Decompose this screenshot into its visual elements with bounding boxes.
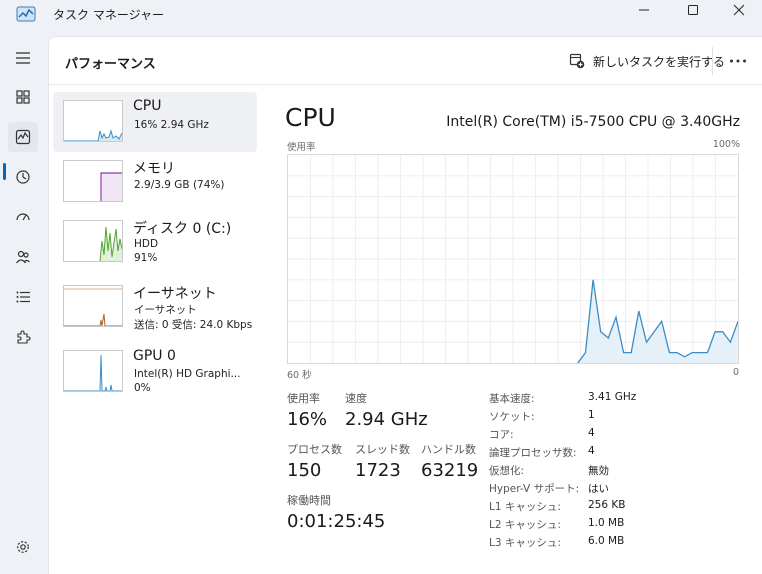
spec-label: コア: (489, 429, 514, 441)
details-list-icon (16, 291, 30, 303)
more-options-button[interactable] (726, 51, 750, 71)
spec-value: 256 KB (588, 499, 626, 511)
spec-value: 1 (588, 409, 595, 421)
perf-item-cpu[interactable]: CPU 16% 2.94 GHz (53, 92, 257, 152)
graph-time-left-label: 60 秒 (287, 370, 312, 381)
process-count-value: 150 (287, 460, 322, 481)
handle-count-label: ハンドル数 (421, 443, 476, 456)
header-divider (712, 47, 713, 75)
spec-value: 4 (588, 445, 595, 457)
cpu-model-name: Intel(R) Core(TM) i5-7500 CPU @ 3.40GHz (446, 114, 740, 130)
spec-label: L1 キャッシュ: (489, 501, 561, 513)
processes-icon (16, 90, 30, 104)
graph-usage-label: 使用率 (287, 142, 316, 153)
active-nav-indicator (3, 163, 6, 180)
cpu-thumbnail-graph (63, 100, 123, 142)
perf-item-detail: イーサネット (134, 304, 197, 316)
spec-label: 論理プロセッサ数: (489, 447, 577, 459)
perf-item-title: メモリ (133, 161, 175, 177)
cpu-heading: CPU (285, 103, 336, 132)
title-bar: タスク マネージャー (0, 0, 762, 34)
spec-value: 無効 (588, 465, 609, 477)
left-nav (0, 34, 46, 574)
perf-item-title: GPU 0 (133, 348, 176, 364)
usage-value: 16% (287, 409, 328, 430)
history-icon (16, 170, 30, 184)
nav-app-history-button[interactable] (8, 162, 38, 192)
performance-icon (15, 129, 31, 145)
disk-thumbnail-graph (63, 220, 123, 262)
nav-processes-button[interactable] (8, 82, 38, 112)
graph-max-label: 100% (712, 139, 740, 150)
cpu-usage-graph (287, 154, 739, 364)
run-new-task-button[interactable]: 新しいタスクを実行する (565, 51, 729, 71)
process-count-label: プロセス数 (287, 443, 342, 456)
perf-item-title: CPU (133, 98, 162, 114)
spec-value: 1.0 MB (588, 517, 625, 529)
perf-item-ethernet[interactable]: イーサネット イーサネット 送信: 0 受信: 24.0 Kbps (53, 277, 257, 337)
perf-item-title: イーサネット (133, 286, 217, 302)
nav-startup-apps-button[interactable] (8, 202, 38, 232)
uptime-value: 0:01:25:45 (287, 511, 386, 532)
gear-icon (17, 541, 29, 553)
memory-thumbnail-graph (63, 160, 123, 202)
main-panel: パフォーマンス 新しいタスクを実行する CPU 16% 2.94 GHz メモリ (48, 36, 762, 574)
spec-label: 基本速度: (489, 393, 535, 405)
task-manager-icon (16, 6, 36, 22)
perf-item-detail: HDD (134, 238, 159, 250)
perf-item-detail-2: 91% (134, 252, 158, 264)
nav-services-button[interactable] (8, 322, 38, 352)
gpu-thumbnail-graph (63, 350, 123, 392)
more-dots-icon (730, 59, 746, 63)
graph-time-right-label: 0 (733, 367, 740, 378)
services-puzzle-icon (17, 330, 31, 344)
perf-item-gpu[interactable]: GPU 0 Intel(R) HD Graphi... 0% (53, 342, 257, 402)
page-header: パフォーマンス 新しいタスクを実行する (49, 37, 762, 85)
graph-grid (288, 155, 738, 363)
perf-item-detail: 2.9/3.9 GB (74%) (134, 179, 225, 191)
nav-settings-button[interactable] (8, 532, 38, 562)
perf-item-detail: 16% 2.94 GHz (134, 119, 209, 131)
perf-item-disk[interactable]: ディスク 0 (C:) HDD 91% (53, 212, 257, 272)
spec-label: L3 キャッシュ: (489, 537, 561, 549)
perf-item-title: ディスク 0 (C:) (133, 221, 232, 237)
run-new-task-label: 新しいタスクを実行する (593, 54, 726, 69)
perf-item-detail-2: 送信: 0 受信: 24.0 Kbps (134, 319, 253, 331)
speed-value: 2.94 GHz (345, 409, 428, 430)
nav-details-button[interactable] (8, 282, 38, 312)
spec-value: 6.0 MB (588, 535, 625, 547)
handle-count-value: 63219 (421, 460, 479, 481)
spec-value: 3.41 GHz (588, 391, 637, 403)
spec-label: ソケット: (489, 411, 535, 423)
nav-performance-button[interactable] (8, 122, 38, 152)
speed-label: 速度 (345, 392, 367, 405)
usage-label: 使用率 (287, 392, 320, 405)
page-title: パフォーマンス (65, 57, 156, 72)
thread-count-label: スレッド数 (355, 443, 410, 456)
maximize-button[interactable] (670, 0, 716, 20)
minimize-button[interactable] (621, 0, 667, 20)
users-icon (16, 250, 30, 264)
hamburger-menu-button[interactable] (8, 43, 38, 73)
run-new-task-icon (569, 53, 585, 69)
close-button[interactable] (716, 0, 762, 20)
spec-label: L2 キャッシュ: (489, 519, 561, 531)
nav-users-button[interactable] (8, 242, 38, 272)
spec-label: 仮想化: (489, 465, 525, 477)
ethernet-thumbnail-graph (63, 285, 123, 327)
perf-item-detail: Intel(R) HD Graphi... (134, 368, 241, 380)
spec-value: 4 (588, 427, 595, 439)
spec-value: はい (588, 483, 609, 495)
window-title: タスク マネージャー (53, 8, 164, 22)
spec-label: Hyper-V サポート: (489, 483, 580, 495)
thread-count-value: 1723 (355, 460, 401, 481)
perf-item-detail-2: 0% (134, 382, 151, 394)
perf-item-memory[interactable]: メモリ 2.9/3.9 GB (74%) (53, 152, 257, 212)
startup-gauge-icon (16, 213, 30, 221)
uptime-label: 稼働時間 (287, 494, 331, 507)
